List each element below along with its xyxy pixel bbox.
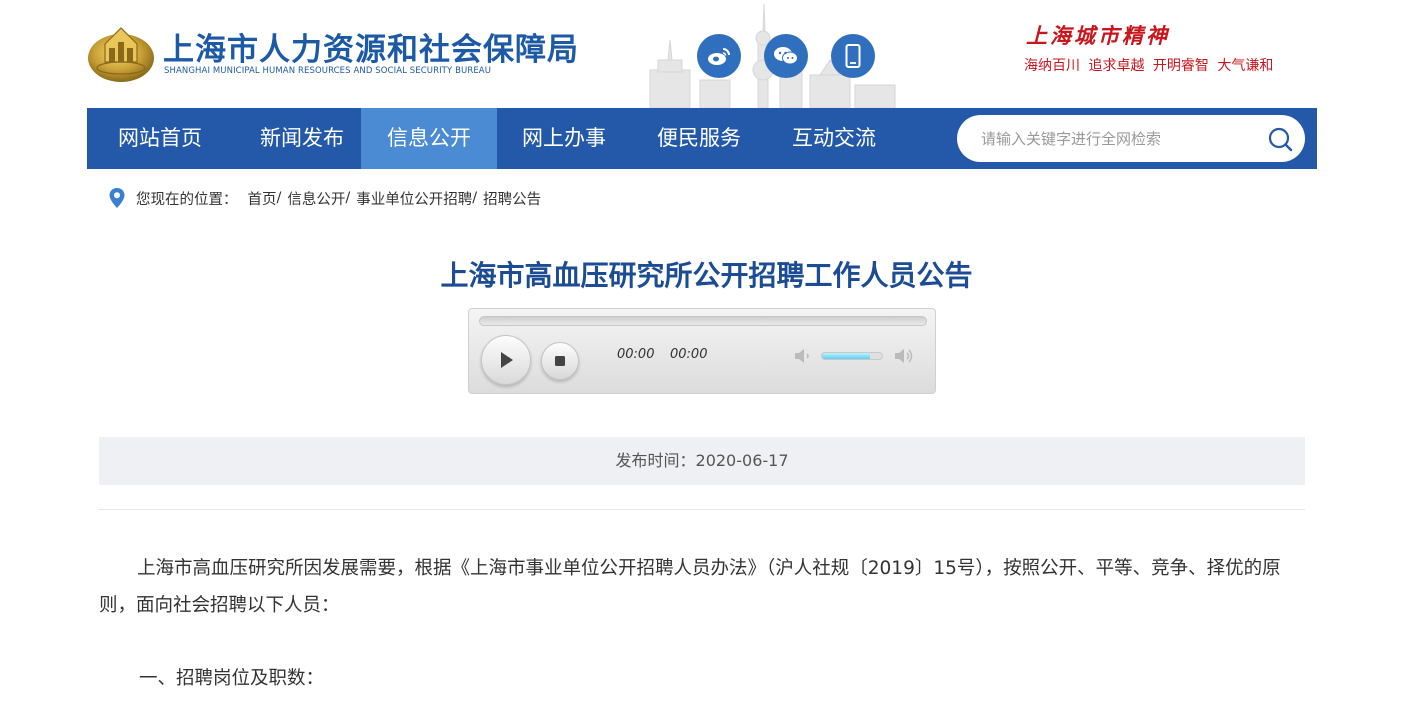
play-button[interactable]: [481, 335, 531, 385]
nav-item-home[interactable]: 网站首页: [87, 108, 233, 169]
article-body: 上海市高血压研究所因发展需要，根据《上海市事业单位公开招聘人员办法》（沪人社规〔…: [99, 550, 1305, 624]
search-input[interactable]: [981, 115, 1251, 162]
duration: 00:00: [670, 347, 708, 362]
publish-date: 2020-06-17: [695, 451, 789, 470]
wechat-icon: [774, 47, 798, 65]
breadcrumb-label: 您现在的位置：: [136, 191, 238, 208]
breadcrumb-separator: /: [276, 190, 282, 206]
nav-item-info-disclosure[interactable]: 信息公开: [361, 108, 497, 169]
main-nav: 网站首页 新闻发布 信息公开 网上办事 便民服务 互动交流: [87, 108, 1317, 169]
nav-item-online-service[interactable]: 网上办事: [497, 108, 631, 169]
city-spirit-title: 上海城市精神: [1026, 23, 1170, 48]
volume-slider[interactable]: [821, 352, 883, 360]
site-header: 上海市人力资源和社会保障局 SHANGHAI MUNICIPAL HUMAN R…: [0, 0, 1413, 108]
site-subtitle: SHANGHAI MUNICIPAL HUMAN RESOURCES AND S…: [164, 66, 492, 76]
volume-low-icon[interactable]: [793, 346, 815, 366]
article-paragraph: 上海市高血压研究所因发展需要，根据《上海市事业单位公开招聘人员办法》（沪人社规〔…: [99, 558, 1281, 616]
publish-info-bar: 发布时间：2020-06-17: [99, 437, 1305, 485]
nav-item-news[interactable]: 新闻发布: [233, 108, 371, 169]
breadcrumb-home[interactable]: 首页: [248, 188, 277, 209]
site-title[interactable]: 上海市人力资源和社会保障局: [163, 24, 579, 69]
current-time: 00:00: [617, 347, 655, 362]
mobile-button[interactable]: [831, 34, 875, 78]
city-spirit-slogan: 海纳百川 追求卓越 开明睿智 大气谦和: [1024, 58, 1274, 74]
volume-level: [822, 353, 870, 359]
wechat-button[interactable]: [764, 34, 808, 78]
article-section-heading: 一、招聘岗位及职数：: [139, 668, 325, 689]
bureau-emblem-icon[interactable]: [87, 22, 155, 84]
stop-button[interactable]: [541, 342, 579, 380]
publish-label: 发布时间：: [615, 451, 696, 470]
article-title: 上海市高血压研究所公开招聘工作人员公告: [440, 259, 973, 292]
audio-progress-bar[interactable]: [479, 316, 927, 326]
volume-high-icon[interactable]: [893, 346, 915, 366]
breadcrumb-recruitment[interactable]: 事业单位公开招聘: [356, 188, 472, 209]
divider: [99, 509, 1305, 510]
mobile-icon: [845, 44, 861, 68]
stop-icon: [555, 356, 565, 366]
weibo-button[interactable]: [697, 34, 741, 78]
breadcrumb-separator: /: [472, 190, 478, 206]
audio-player: 00:00 00:00: [468, 308, 936, 394]
breadcrumb-announcement[interactable]: 招聘公告: [483, 188, 541, 209]
breadcrumb-info-disclosure[interactable]: 信息公开: [287, 188, 345, 209]
nav-item-public-service[interactable]: 便民服务: [631, 108, 767, 169]
search-box: [957, 115, 1305, 162]
nav-item-interaction[interactable]: 互动交流: [767, 108, 901, 169]
search-icon[interactable]: [1267, 125, 1295, 153]
weibo-icon: [708, 48, 730, 65]
play-icon: [501, 352, 513, 368]
breadcrumb-separator: /: [345, 190, 351, 206]
breadcrumb: 您现在的位置： 首页 / 信息公开 / 事业单位公开招聘 / 招聘公告: [108, 186, 541, 210]
location-pin-icon: [109, 188, 125, 208]
